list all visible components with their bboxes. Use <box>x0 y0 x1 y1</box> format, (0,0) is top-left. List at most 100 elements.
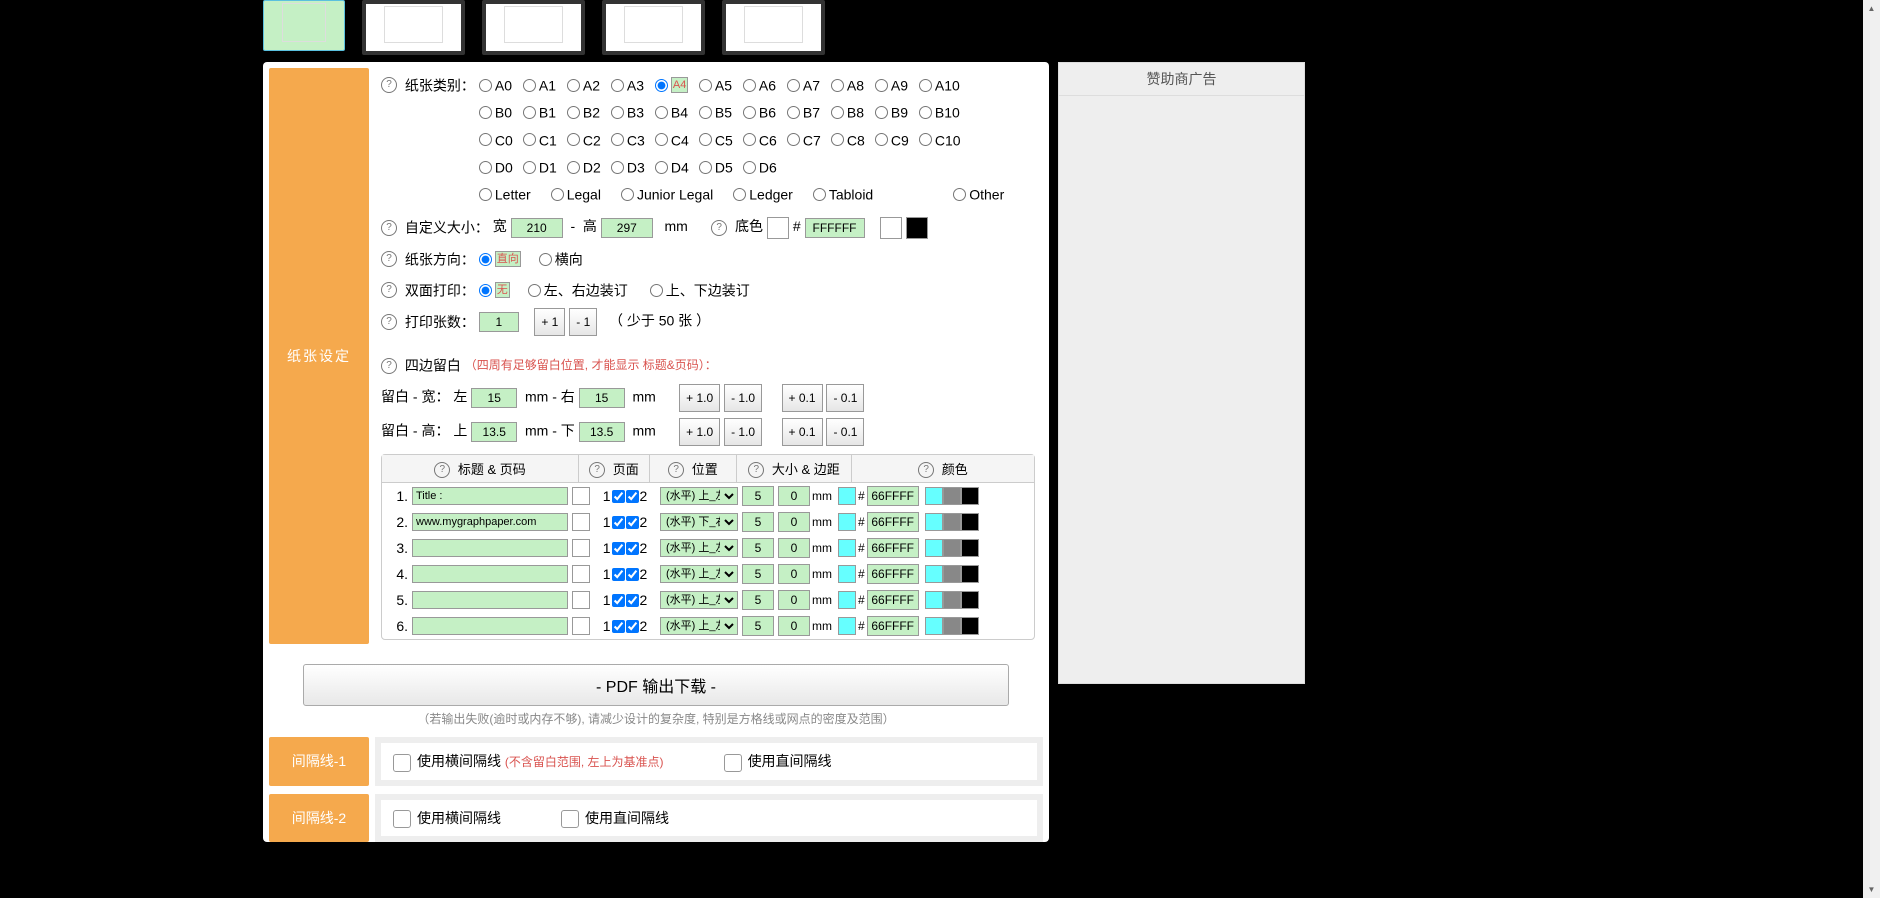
color-swatch[interactable] <box>838 539 856 557</box>
help-icon[interactable]: ? <box>381 282 397 298</box>
title-page-checkbox[interactable] <box>572 539 590 557</box>
help-icon[interactable]: ? <box>711 220 727 236</box>
page1-checkbox[interactable] <box>612 568 625 581</box>
margin-bottom-input[interactable] <box>579 422 625 442</box>
preset-gray-swatch[interactable] <box>943 539 961 557</box>
paper-type-radio[interactable] <box>611 79 624 92</box>
size-input[interactable] <box>742 564 774 584</box>
preset-gray-swatch[interactable] <box>943 565 961 583</box>
pdf-download-button[interactable]: - PDF 输出下载 - <box>303 664 1009 706</box>
paper-type-radio[interactable] <box>743 79 756 92</box>
preset-black-swatch[interactable] <box>961 565 979 583</box>
paper-type-radio[interactable] <box>567 79 580 92</box>
title-text-input[interactable] <box>412 565 568 583</box>
margin-input[interactable] <box>778 512 810 532</box>
template-thumb-4[interactable] <box>602 0 705 55</box>
preset-cyan-swatch[interactable] <box>925 539 943 557</box>
margin-input[interactable] <box>778 538 810 558</box>
page-scrollbar[interactable] <box>1863 0 1880 898</box>
orientation-radio[interactable] <box>539 253 552 266</box>
size-input[interactable] <box>742 616 774 636</box>
page1-checkbox[interactable] <box>612 490 625 503</box>
title-page-checkbox[interactable] <box>572 565 590 583</box>
title-page-checkbox[interactable] <box>572 617 590 635</box>
page2-checkbox[interactable] <box>626 516 639 529</box>
paper-type-radio[interactable] <box>523 79 536 92</box>
copies-minus-button[interactable]: - 1 <box>569 308 597 336</box>
preset-gray-swatch[interactable] <box>943 617 961 635</box>
bgcolor-hex-input[interactable] <box>805 218 865 238</box>
position-select[interactable]: (水平) 下_右 <box>660 513 738 531</box>
paper-type-radio[interactable] <box>611 106 624 119</box>
color-hex-input[interactable] <box>867 538 919 558</box>
paper-type-radio[interactable] <box>787 79 800 92</box>
preset-black-swatch[interactable] <box>961 487 979 505</box>
copies-plus-button[interactable]: + 1 <box>534 308 565 336</box>
paper-type-radio[interactable] <box>813 188 826 201</box>
margin-left-input[interactable] <box>471 388 517 408</box>
horizontal-divider-checkbox[interactable] <box>393 754 411 772</box>
preset-white-swatch[interactable] <box>880 217 902 239</box>
preset-cyan-swatch[interactable] <box>925 487 943 505</box>
size-input[interactable] <box>742 590 774 610</box>
title-text-input[interactable] <box>412 487 568 505</box>
help-icon[interactable]: ? <box>381 314 397 330</box>
margin-h-minus01-button[interactable]: - 0.1 <box>826 418 864 446</box>
duplex-radio[interactable] <box>650 284 663 297</box>
color-swatch[interactable] <box>838 513 856 531</box>
help-icon[interactable]: ? <box>668 462 684 478</box>
preset-cyan-swatch[interactable] <box>925 591 943 609</box>
preset-black-swatch[interactable] <box>961 617 979 635</box>
margin-h-minus1-button[interactable]: - 1.0 <box>724 418 762 446</box>
paper-type-radio[interactable] <box>699 106 712 119</box>
template-thumb-3[interactable] <box>482 0 585 55</box>
duplex-radio[interactable] <box>528 284 541 297</box>
help-icon[interactable]: ? <box>381 77 397 93</box>
paper-type-radio[interactable] <box>875 133 888 146</box>
margin-input[interactable] <box>778 590 810 610</box>
margin-w-minus1-button[interactable]: - 1.0 <box>724 384 762 412</box>
paper-type-radio[interactable] <box>919 106 932 119</box>
title-text-input[interactable] <box>412 591 568 609</box>
preset-black-swatch[interactable] <box>961 591 979 609</box>
position-select[interactable]: (水平) 上_左 <box>660 565 738 583</box>
paper-type-radio[interactable] <box>743 161 756 174</box>
paper-type-radio[interactable] <box>479 161 492 174</box>
preset-black-swatch[interactable] <box>906 217 928 239</box>
bgcolor-swatch[interactable] <box>767 217 789 239</box>
paper-type-radio[interactable] <box>743 133 756 146</box>
help-icon[interactable]: ? <box>918 462 934 478</box>
vertical-divider-checkbox[interactable] <box>724 754 742 772</box>
paper-type-radio[interactable] <box>567 133 580 146</box>
copies-input[interactable] <box>479 312 519 332</box>
custom-height-input[interactable] <box>601 218 653 238</box>
paper-type-radio[interactable] <box>875 79 888 92</box>
paper-type-radio[interactable] <box>831 133 844 146</box>
paper-type-radio[interactable] <box>831 79 844 92</box>
paper-type-radio[interactable] <box>699 161 712 174</box>
page2-checkbox[interactable] <box>626 542 639 555</box>
page1-checkbox[interactable] <box>612 620 625 633</box>
template-thumb-1[interactable] <box>263 0 345 51</box>
paper-type-radio[interactable] <box>699 79 712 92</box>
help-icon[interactable]: ? <box>748 462 764 478</box>
help-icon[interactable]: ? <box>434 462 450 478</box>
page1-checkbox[interactable] <box>612 594 625 607</box>
paper-type-radio[interactable] <box>919 79 932 92</box>
color-swatch[interactable] <box>838 565 856 583</box>
margin-input[interactable] <box>778 486 810 506</box>
title-text-input[interactable] <box>412 539 568 557</box>
page2-checkbox[interactable] <box>626 568 639 581</box>
paper-type-radio[interactable] <box>655 106 668 119</box>
paper-type-radio[interactable] <box>479 188 492 201</box>
paper-type-radio[interactable] <box>479 106 492 119</box>
page2-checkbox[interactable] <box>626 620 639 633</box>
paper-type-radio[interactable] <box>953 188 966 201</box>
paper-type-radio[interactable] <box>831 106 844 119</box>
color-swatch[interactable] <box>838 487 856 505</box>
margin-input[interactable] <box>778 564 810 584</box>
margin-h-plus01-button[interactable]: + 0.1 <box>782 418 823 446</box>
paper-type-radio[interactable] <box>787 106 800 119</box>
size-input[interactable] <box>742 486 774 506</box>
color-hex-input[interactable] <box>867 616 919 636</box>
